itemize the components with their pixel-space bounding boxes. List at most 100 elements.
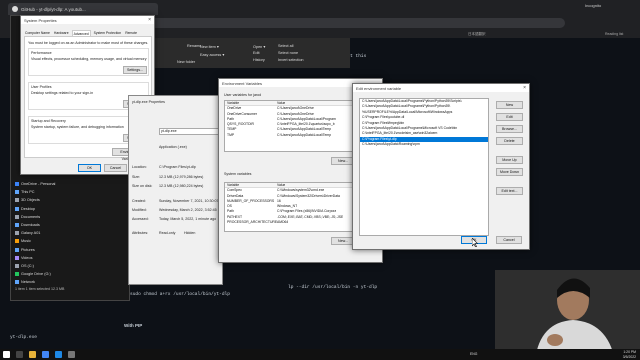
editenv-delete-button[interactable]: Delete [496, 137, 523, 145]
search-icon[interactable] [16, 351, 23, 358]
startup-desc: System startup, system failure, and debu… [31, 125, 124, 129]
move-up-button[interactable]: Move Up [496, 156, 523, 164]
admin-note: You must be logged on as an Administrato… [28, 41, 149, 45]
close-icon[interactable]: × [523, 85, 526, 91]
performance-group: Performance Visual effects, processor sc… [28, 48, 149, 76]
windows-start-icon[interactable] [3, 351, 10, 358]
nav-item[interactable]: Music [15, 239, 31, 244]
nav-item[interactable]: Documents [15, 214, 40, 219]
move-down-button[interactable]: Move Down [496, 168, 523, 176]
props-type: Application (.exe) [159, 145, 187, 149]
nav-item[interactable]: Pictures [15, 247, 35, 252]
editenv-cancel-button[interactable]: Cancel [496, 236, 522, 244]
easy-access-button[interactable]: Easy access ▾ [200, 52, 224, 57]
select-all-button[interactable]: Select all [278, 44, 293, 48]
nav-item[interactable]: Desktop [15, 206, 35, 211]
nav-item[interactable]: Galaxy A01 [15, 231, 41, 236]
install-command-1: sudo chmod a+rx /usr/local/bin/yt-dlp [130, 292, 230, 297]
clock-time: 1:20 PM [623, 350, 636, 354]
props-created: Sunday, November 7, 2021, 10:30:07 [159, 199, 219, 203]
props-accessed: Today, March 5, 2022, 1 minute ago [159, 217, 217, 221]
startup-title: Startup and Recovery [31, 119, 66, 123]
language-indicator[interactable]: ENG [470, 352, 477, 356]
props-size: 12.3 MB (12,979,286 bytes) [159, 175, 204, 179]
chrome-icon[interactable] [42, 351, 49, 358]
nav-item[interactable]: 3D Objects [15, 198, 40, 203]
folder-icon [15, 247, 19, 252]
vscode-icon[interactable] [55, 351, 62, 358]
props-location: C:\Program Files\yt-dlp [159, 165, 196, 169]
nav-item-label: Google Drive (G:) [21, 272, 51, 277]
size-on-disk-label: Size on disk: [132, 184, 153, 188]
history-button[interactable]: History [253, 58, 265, 62]
created-label: Created: [132, 199, 146, 203]
performance-settings-button[interactable]: Settings... [123, 66, 147, 74]
editenv-new-button[interactable]: New [496, 101, 523, 109]
nav-item-label: OneDrive - Personal [21, 182, 56, 186]
new-folder-button[interactable]: New folder [177, 60, 195, 64]
folder-icon [15, 206, 19, 211]
nav-item[interactable]: Videos [15, 255, 33, 260]
mouse-cursor-icon [472, 238, 478, 247]
path-entries-list[interactable]: C:\Users\jarod\AppData\Local\Programs\Py… [359, 98, 489, 236]
nav-item[interactable]: Downloads [15, 223, 40, 227]
user-variables-label: User variables for jarod [224, 93, 262, 97]
props-modified: Wednesday, March 2, 2022, 3:52:45 [159, 208, 217, 212]
nav-item-label: Network [21, 280, 35, 285]
nav-item[interactable]: Google Drive (G:) [15, 272, 51, 277]
explorer-status: 1 item 1 item selected 12.3 MB [15, 287, 65, 291]
folder-icon [15, 264, 19, 268]
nav-item[interactable]: This PC [15, 190, 35, 195]
new-item-button[interactable]: New item ▾ [200, 44, 219, 49]
user-profiles-desc: Desktop settings related to your sign-in [31, 91, 94, 95]
folder-icon [15, 223, 19, 227]
path-entry[interactable]: C:\Users\jarod\AppData\Roaming\npm [360, 142, 488, 147]
readonly-checkbox[interactable]: Read-only [159, 231, 175, 235]
sys-vars-rows: ComSpec C:\Windows\system32\cmd.exe Driver… [225, 188, 373, 225]
github-favicon-icon [12, 6, 18, 12]
performance-title: Performance [31, 51, 52, 55]
env-var-value: AMD64 [277, 220, 289, 225]
user-profiles-title: User Profiles [31, 85, 52, 89]
file-explorer-icon[interactable] [29, 351, 36, 358]
accessed-label: Accessed: [132, 217, 149, 221]
sysprops-ok-button[interactable]: OK [78, 164, 101, 172]
hidden-checkbox[interactable]: Hidden [184, 231, 195, 235]
edit-text-button[interactable]: Edit text... [496, 187, 523, 195]
nav-item-label: This PC [21, 190, 35, 195]
env-var-row[interactable]: TMP C:\Users\jarod\AppData\Local\Temp [225, 133, 373, 138]
invert-selection-button[interactable]: Invert selection [278, 58, 304, 62]
settings-icon[interactable] [68, 351, 75, 358]
sysprops-cancel-button[interactable]: Cancel [104, 164, 127, 172]
nav-item[interactable]: Network [15, 280, 35, 285]
folder-icon [15, 190, 19, 195]
editenv-titlebar: Edit environment variable × [353, 84, 529, 92]
props-title: yt-dlp.exe Properties [132, 100, 165, 104]
folder-icon [15, 255, 19, 260]
reading-list[interactable]: Reading list [605, 32, 623, 36]
nav-item[interactable]: OneDrive - Personal [15, 182, 55, 186]
col-value: Value [277, 183, 286, 187]
clock[interactable]: 1:20 PM 3/5/2022 [623, 350, 636, 359]
select-none-button[interactable]: Select none [278, 51, 298, 55]
issue-text: yt-dlp.exe [10, 335, 38, 340]
col-variable: Variable [227, 183, 240, 187]
nav-item-label: Pictures [21, 247, 35, 252]
modified-label: Modified: [132, 208, 147, 212]
open-button[interactable]: Open ▾ [253, 44, 265, 49]
close-icon[interactable]: × [148, 17, 151, 23]
editenv-browse-button[interactable]: Browse... [496, 125, 523, 133]
editenv-edit-button[interactable]: Edit [496, 113, 523, 121]
path-rows: C:\Users\jarod\AppData\Local\Programs\Py… [360, 99, 488, 148]
props-filename-field[interactable]: yt-dlp.exe [159, 128, 219, 135]
bookmark-japanese[interactable]: 日本語翻訳 [468, 32, 486, 37]
env-var-row[interactable]: PROCESSOR_ARCHITECTURE AMD64 [225, 220, 373, 225]
edit-button[interactable]: Edit [253, 51, 260, 55]
env-var-name: TMP [227, 132, 235, 137]
sysprops-title: System Properties [24, 17, 57, 23]
browser-tab[interactable]: GitHub - yt-dlp/yt-dlp: A youtub... [8, 3, 158, 15]
folder-icon [15, 231, 19, 236]
nav-item-label: Music [21, 239, 31, 244]
nav-item[interactable]: OS (C:) [15, 264, 34, 268]
nav-item-label: Galaxy A01 [21, 231, 41, 236]
